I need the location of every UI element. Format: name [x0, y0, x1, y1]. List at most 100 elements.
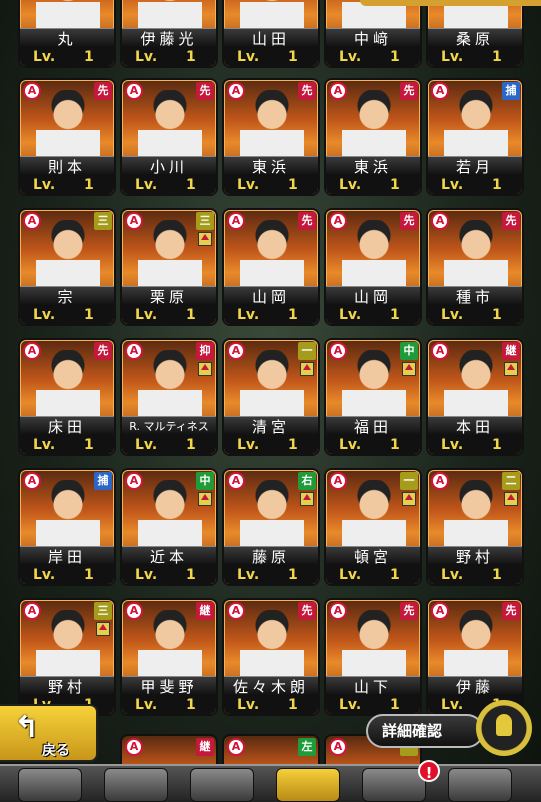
player-card[interactable]: A三野村Lv.1	[20, 600, 114, 714]
player-photo	[342, 610, 406, 680]
player-photo	[444, 480, 508, 550]
rank-a-icon: A	[431, 602, 449, 620]
level-label: Lv.	[237, 177, 260, 193]
nav-field-icon[interactable]	[190, 768, 254, 802]
player-card[interactable]: A丸Lv.1	[20, 0, 114, 66]
player-card[interactable]: A 先山岡 Lv. 1	[326, 210, 420, 324]
player-card[interactable]: A 二野村 Lv. 1	[428, 470, 522, 584]
player-photo	[36, 350, 100, 420]
level-label: Lv.	[33, 437, 56, 453]
player-card[interactable]: A山田Lv.1	[224, 0, 318, 66]
player-card[interactable]: A 先佐々木朗 Lv. 1	[224, 600, 318, 714]
level-value: 1	[492, 307, 502, 323]
level-value: 1	[492, 49, 502, 65]
position-badge: 先	[94, 342, 112, 360]
back-button-label: 戻る	[42, 743, 70, 759]
level-label: Lv.	[441, 49, 464, 65]
level-value: 1	[390, 697, 400, 713]
level-value: 1	[390, 49, 400, 65]
position-badge: 先	[298, 602, 316, 620]
player-name: 中﨑	[326, 28, 420, 50]
player-name: 近本	[122, 546, 216, 568]
player-card[interactable]: A伊藤光Lv.1	[122, 0, 216, 66]
level-value: 1	[390, 437, 400, 453]
player-card[interactable]: A 先小川 Lv. 1	[122, 80, 216, 194]
player-card[interactable]: A 三宗 Lv. 1	[20, 210, 114, 324]
player-card[interactable]: A 先種市 Lv. 1	[428, 210, 522, 324]
player-card[interactable]: A 先床田 Lv. 1	[20, 340, 114, 454]
player-photo	[444, 610, 508, 680]
level-value: 1	[84, 307, 94, 323]
player-photo	[240, 90, 304, 160]
player-card[interactable]: A 継本田 Lv. 1	[428, 340, 522, 454]
level-bar: Lv. 1	[20, 566, 114, 584]
level-label: Lv.	[237, 437, 260, 453]
position-badge: 捕	[502, 82, 520, 100]
player-card[interactable]: A 中福田 Lv. 1	[326, 340, 420, 454]
player-card[interactable]: A 抑 R. マルティネス Lv. 1	[122, 340, 216, 454]
player-silhouette-icon[interactable]	[476, 700, 532, 756]
level-value: 1	[84, 437, 94, 453]
level-value: 1	[84, 177, 94, 193]
position-badge: 抑	[196, 342, 214, 360]
position-badge: 先	[502, 602, 520, 620]
rank-a-icon: A	[23, 472, 41, 490]
level-value: 1	[288, 697, 298, 713]
detail-confirm-button[interactable]: 詳細確認	[366, 714, 484, 748]
level-bar: Lv. 1	[224, 176, 318, 194]
level-bar: Lv. 1	[224, 48, 318, 66]
rank-a-icon: A	[23, 82, 41, 100]
level-bar: Lv. 1	[428, 176, 522, 194]
player-card-grid: A丸Lv.1A伊藤光Lv.1A山田Lv.1A中﨑Lv.1A桑原Lv.1A先則本L…	[0, 0, 541, 800]
player-card[interactable]: A 先則本 Lv. 1	[20, 80, 114, 194]
player-card[interactable]: A 先山岡 Lv. 1	[224, 210, 318, 324]
player-card[interactable]: A 右藤原 Lv. 1	[224, 470, 318, 584]
player-card[interactable]: A桑原Lv.1	[428, 0, 522, 66]
player-name: 山岡	[326, 286, 420, 308]
player-name: 種市	[428, 286, 522, 308]
nav-gear-icon[interactable]	[104, 768, 168, 802]
player-name: 東浜	[326, 156, 420, 178]
player-photo	[138, 220, 202, 290]
player-name: 伊藤光	[122, 28, 216, 50]
back-button[interactable]: ↰ 戻る	[0, 704, 98, 762]
level-bar: Lv. 1	[326, 566, 420, 584]
player-card[interactable]: A 継甲斐野 Lv. 1	[122, 600, 216, 714]
position-badge: 先	[400, 82, 418, 100]
player-card[interactable]: A 一頓宮 Lv. 1	[326, 470, 420, 584]
nav-A-icon[interactable]	[18, 768, 82, 802]
level-label: Lv.	[237, 307, 260, 323]
player-card[interactable]: A中﨑Lv.1	[326, 0, 420, 66]
player-card[interactable]: A 三栗原 Lv. 1	[122, 210, 216, 324]
player-card[interactable]: A 先東浜 Lv. 1	[326, 80, 420, 194]
player-card[interactable]: A 中近本 Lv. 1	[122, 470, 216, 584]
player-card[interactable]: A 先東浜 Lv. 1	[224, 80, 318, 194]
level-bar: Lv. 1	[326, 176, 420, 194]
player-photo	[342, 350, 406, 420]
level-value: 1	[390, 177, 400, 193]
rank-a-icon: A	[125, 472, 143, 490]
player-name: 若月	[428, 156, 522, 178]
rank-a-icon: A	[125, 602, 143, 620]
level-label: Lv.	[237, 49, 260, 65]
player-card-partial[interactable]: A継	[122, 736, 216, 766]
player-card[interactable]: A 一清宮 Lv. 1	[224, 340, 318, 454]
position-badge: 三	[94, 212, 112, 230]
nav-player-icon[interactable]	[276, 768, 340, 802]
nav-shop-icon[interactable]	[362, 768, 426, 802]
nav-menu-icon[interactable]	[448, 768, 512, 802]
player-card-partial[interactable]: A左	[224, 736, 318, 766]
player-name: 山田	[224, 28, 318, 50]
player-name: 床田	[20, 416, 114, 438]
level-label: Lv.	[33, 177, 56, 193]
player-photo	[342, 90, 406, 160]
player-card[interactable]: A 捕岸田 Lv. 1	[20, 470, 114, 584]
player-photo	[240, 220, 304, 290]
player-card[interactable]: A 捕若月 Lv. 1	[428, 80, 522, 194]
player-card[interactable]: A 先山下 Lv. 1	[326, 600, 420, 714]
rank-a-icon: A	[329, 342, 347, 360]
player-card[interactable]: A先伊藤Lv.1	[428, 600, 522, 714]
level-label: Lv.	[441, 567, 464, 583]
position-badge: 先	[400, 212, 418, 230]
level-bar: Lv. 1	[122, 436, 216, 454]
